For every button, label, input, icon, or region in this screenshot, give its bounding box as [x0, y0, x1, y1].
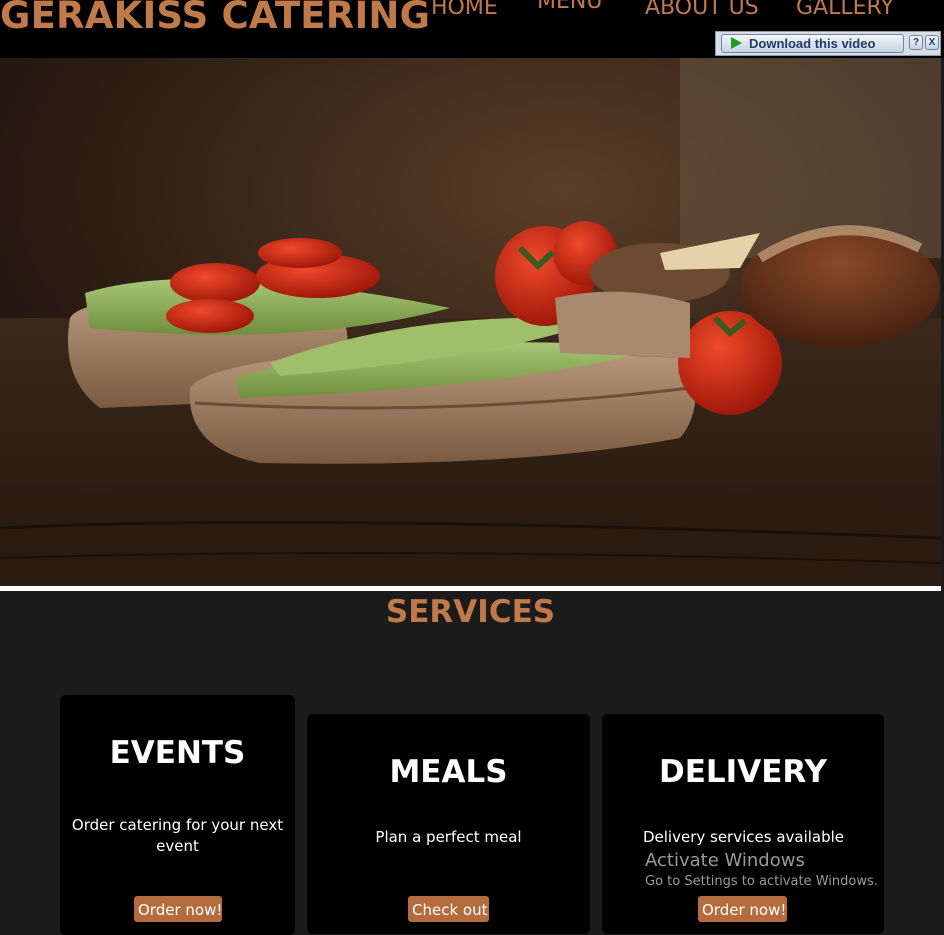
- nav-menu-link[interactable]: MENU: [537, 0, 602, 14]
- activate-windows-subtitle: Go to Settings to activate Windows.: [645, 874, 878, 889]
- download-video-button[interactable]: Download this video: [721, 34, 904, 53]
- order-now-button[interactable]: Order now!: [134, 896, 222, 922]
- close-icon[interactable]: X: [925, 35, 939, 50]
- activate-windows-title: Activate Windows: [645, 850, 805, 871]
- nav-gallery-link[interactable]: GALLERY: [796, 0, 894, 20]
- service-card-meals: MEALS Plan a perfect meal Check out: [307, 714, 590, 934]
- service-card-title: DELIVERY: [659, 754, 827, 790]
- service-card-text: Plan a perfect meal: [375, 828, 522, 846]
- play-icon: [731, 37, 742, 49]
- download-video-toolbar: Download this video ? X: [715, 31, 941, 56]
- service-card-title: EVENTS: [109, 735, 246, 771]
- section-divider: [0, 586, 941, 591]
- brand-logo-text[interactable]: GERAKISS CATERING: [0, 0, 430, 37]
- download-video-label: Download this video: [749, 36, 876, 51]
- help-icon[interactable]: ?: [909, 35, 923, 50]
- order-now-button[interactable]: Order now!: [698, 896, 787, 922]
- service-card-delivery: DELIVERY Delivery services available Ord…: [602, 714, 884, 934]
- service-card-text: Order catering for your next event: [71, 816, 284, 855]
- hero-food-image: [0, 58, 941, 586]
- service-card-text: Delivery services available: [642, 828, 845, 846]
- nav-about-link[interactable]: ABOUT US: [645, 0, 759, 20]
- service-card-events: EVENTS Order catering for your next even…: [60, 695, 295, 935]
- hero-illustration: [0, 58, 941, 586]
- activate-windows-watermark: Activate Windows Go to Settings to activ…: [645, 850, 878, 889]
- nav-home-link[interactable]: HOME: [431, 0, 498, 20]
- check-out-button[interactable]: Check out: [408, 896, 489, 922]
- services-heading: SERVICES: [385, 594, 556, 630]
- service-card-title: MEALS: [389, 754, 508, 790]
